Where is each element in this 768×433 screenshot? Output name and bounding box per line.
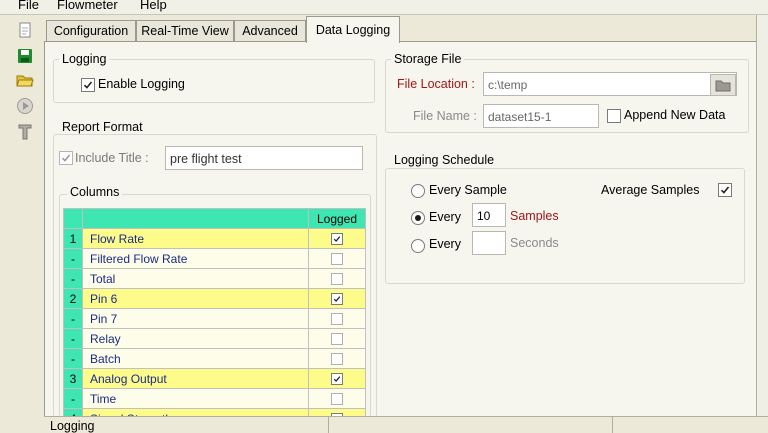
- append-new-data-checkbox[interactable]: [607, 109, 621, 123]
- logging-schedule-title: Logging Schedule: [391, 153, 498, 167]
- tab-advanced[interactable]: Advanced: [234, 20, 306, 42]
- file-name-label: File Name :: [413, 109, 477, 123]
- row-number: 2: [63, 288, 83, 309]
- samples-unit-label: Samples: [510, 209, 559, 223]
- seconds-unit-label: Seconds: [510, 236, 559, 250]
- storage-file-title: Storage File: [391, 52, 465, 66]
- status-divider: [328, 417, 329, 433]
- right-window-edge: [756, 15, 768, 432]
- table-row[interactable]: 1 Flow Rate: [63, 228, 366, 249]
- logged-checkbox[interactable]: [331, 313, 343, 326]
- new-document-icon[interactable]: [14, 19, 36, 41]
- tab-real-time-view[interactable]: Real-Time View: [136, 20, 234, 42]
- logged-checkbox[interactable]: [331, 393, 343, 406]
- column-name: Total: [82, 268, 309, 289]
- folder-icon: [715, 80, 731, 91]
- status-bar: Logging: [44, 416, 768, 433]
- table-row[interactable]: - Total: [63, 268, 366, 289]
- include-title-checkbox[interactable]: [59, 151, 73, 165]
- columns-group-title: Columns: [67, 185, 123, 199]
- column-name: Analog Output: [82, 368, 309, 389]
- table-row[interactable]: - Filtered Flow Rate: [63, 248, 366, 269]
- column-name: Pin 7: [82, 308, 309, 329]
- every-samples-label: Every: [429, 210, 461, 224]
- columns-table: Logged 1 Flow Rate - Filtered Flow Rate …: [63, 208, 366, 429]
- row-number: -: [63, 268, 83, 289]
- status-text: Logging: [50, 419, 95, 433]
- average-samples-label: Average Samples: [601, 183, 700, 197]
- logged-checkbox[interactable]: [331, 273, 343, 286]
- file-location-input[interactable]: c:\temp: [483, 72, 737, 96]
- report-format-title: Report Format: [59, 120, 146, 134]
- include-title-label: Include Title :: [75, 151, 149, 165]
- every-n-seconds-radio[interactable]: [411, 239, 425, 253]
- tab-configuration[interactable]: Configuration: [46, 20, 136, 42]
- table-row[interactable]: - Pin 7: [63, 308, 366, 329]
- menu-help[interactable]: Help: [140, 0, 167, 12]
- menu-file[interactable]: File: [18, 0, 39, 12]
- table-row[interactable]: - Batch: [63, 348, 366, 369]
- table-row[interactable]: - Relay: [63, 328, 366, 349]
- column-name: Pin 6: [82, 288, 309, 309]
- column-name: Filtered Flow Rate: [82, 248, 309, 269]
- append-new-data-label: Append New Data: [624, 108, 726, 122]
- table-row[interactable]: 2 Pin 6: [63, 288, 366, 309]
- report-title-input[interactable]: pre flight test: [165, 146, 363, 170]
- column-name: Flow Rate: [82, 228, 309, 249]
- column-name: Time: [82, 388, 309, 409]
- menu-flowmeter[interactable]: Flowmeter: [57, 0, 118, 12]
- file-name-input[interactable]: dataset15-1: [483, 104, 599, 128]
- every-sample-label: Every Sample: [429, 183, 507, 197]
- logged-checkbox[interactable]: [331, 373, 343, 386]
- status-divider: [612, 417, 613, 433]
- play-icon[interactable]: [14, 95, 36, 117]
- every-n-samples-radio[interactable]: [411, 211, 425, 225]
- column-name: Batch: [82, 348, 309, 369]
- column-name: Relay: [82, 328, 309, 349]
- open-folder-icon[interactable]: [14, 69, 36, 91]
- left-toolbar: [10, 17, 40, 147]
- average-samples-checkbox[interactable]: [718, 183, 732, 197]
- row-number: -: [63, 388, 83, 409]
- enable-logging-checkbox[interactable]: [81, 78, 95, 92]
- enable-logging-label: Enable Logging: [98, 77, 185, 91]
- columns-table-header: Logged: [63, 208, 366, 229]
- row-number: -: [63, 308, 83, 329]
- logged-checkbox[interactable]: [331, 253, 343, 266]
- menu-divider: [0, 14, 768, 15]
- menu-bar: File Flowmeter Help: [0, 0, 768, 14]
- table-row[interactable]: 3 Analog Output: [63, 368, 366, 389]
- logged-checkbox[interactable]: [331, 353, 343, 366]
- logged-column-header: Logged: [308, 208, 366, 229]
- samples-count-input[interactable]: 10: [472, 203, 506, 227]
- row-number: 1: [63, 228, 83, 249]
- tool-icon[interactable]: [14, 121, 36, 143]
- file-location-label: File Location :: [397, 77, 475, 91]
- logged-checkbox[interactable]: [331, 293, 343, 306]
- logged-checkbox[interactable]: [331, 333, 343, 346]
- seconds-count-input[interactable]: [472, 231, 506, 255]
- every-sample-radio[interactable]: [411, 184, 425, 198]
- table-row[interactable]: - Time: [63, 388, 366, 409]
- every-seconds-label: Every: [429, 237, 461, 251]
- logged-checkbox[interactable]: [331, 233, 343, 246]
- row-number: -: [63, 348, 83, 369]
- row-number: -: [63, 328, 83, 349]
- row-number: -: [63, 248, 83, 269]
- data-logging-panel: Logging Enable Logging Report Format Inc…: [44, 41, 758, 429]
- tab-bar: Configuration Real-Time View Advanced Da…: [44, 16, 764, 43]
- logging-group-title: Logging: [59, 52, 110, 66]
- tab-data-logging[interactable]: Data Logging: [306, 16, 400, 43]
- browse-button[interactable]: [710, 74, 736, 96]
- save-icon[interactable]: [14, 45, 36, 67]
- row-number: 3: [63, 368, 83, 389]
